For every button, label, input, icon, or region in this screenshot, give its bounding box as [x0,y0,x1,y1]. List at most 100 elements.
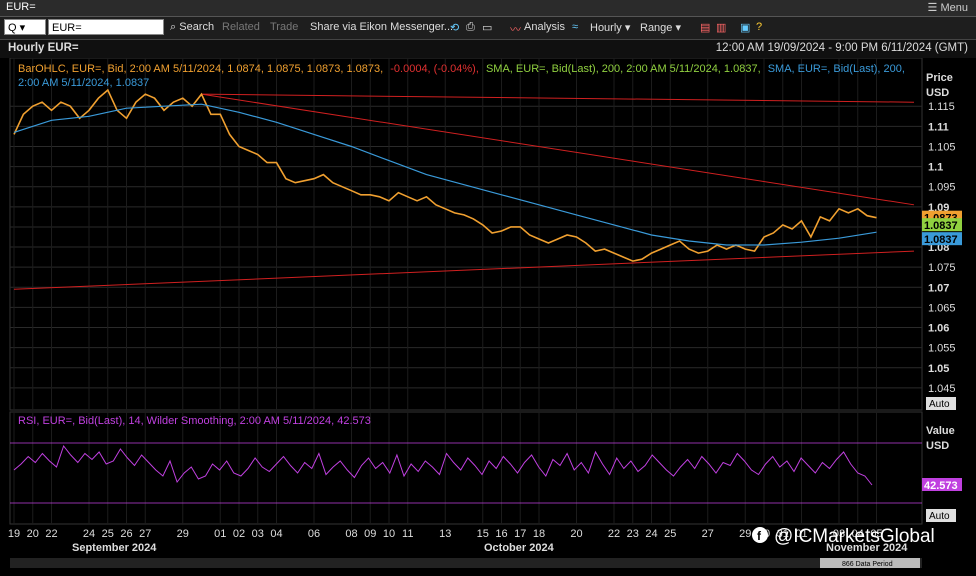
folder-icon[interactable]: ▭ [482,21,492,34]
y-tick-label: 1.045 [928,383,956,395]
badge-sma-green-text: 1.0837 [924,220,958,232]
x-tick-label: 09 [364,528,376,540]
print-icon[interactable]: ⎙ [466,21,475,34]
chart-svg: BarOHLC, EUR=, Bid, 2:00 AM 5/11/2024, 1… [8,57,962,568]
badge-rsi-text: 42.573 [924,480,958,492]
x-tick-label: 22 [45,528,57,540]
rsi-panel [9,411,923,525]
x-tick-label: 08 [345,528,357,540]
related-button[interactable]: Related [222,21,260,33]
chart-area: BarOHLC, EUR=, Bid, 2:00 AM 5/11/2024, 1… [0,57,976,571]
y-tick-label: 1.065 [928,302,956,314]
ric-input[interactable]: EUR= [48,19,164,35]
x-tick-label: 23 [627,528,639,540]
x-tick-label: 11 [402,528,413,540]
menu-label: Menu [940,2,968,14]
x-tick-label: 24 [645,528,657,540]
legend-ohlc: BarOHLC, EUR=, Bid, 2:00 AM 5/11/2024, 1… [18,63,905,75]
legend-sma2-line1: SMA, EUR=, Bid(Last), 200, [768,63,905,75]
search-button[interactable]: ⌕ Search [170,21,214,34]
x-tick-label: 19 [8,528,20,540]
month-label-september: September 2024 [72,542,157,554]
auto-label-rsi: Auto [929,511,950,522]
price-axis-title: Price [926,72,953,84]
search-label: Search [179,21,215,33]
legend-ohlc-prefix: BarOHLC, EUR=, Bid, 2:00 AM 5/11/2024, 1… [18,63,383,75]
price-axis-unit: USD [926,87,949,99]
window-titlebar: EUR= ☰ Menu [0,0,976,17]
y-tick-label: 1.075 [928,262,956,274]
x-tick-label: 22 [608,528,620,540]
legend-sma1: SMA, EUR=, Bid(Last), 200, 2:00 AM 5/11/… [486,63,761,75]
auto-button-price[interactable]: Auto [926,397,956,410]
quote-dropdown[interactable]: Q ▾ [4,19,46,35]
x-tick-label: 17 [514,528,526,540]
interval-select[interactable]: Hourly ▾ [590,21,630,34]
search-icon: ⌕ [170,21,177,33]
date-range: 12:00 AM 19/09/2024 - 9:00 PM 6/11/2024 … [715,42,968,54]
x-tick-label: 18 [533,528,545,540]
chart-type-icon[interactable]: ▤ [700,21,710,34]
rsi-axis-title: Value [926,425,955,437]
x-tick-label: 02 [233,528,245,540]
zoom-icon[interactable]: ▣ [740,21,750,34]
draw-icon[interactable]: ≈ [572,21,578,33]
x-tick-label: 27 [702,528,714,540]
y-tick-label: 1.07 [928,282,949,294]
x-tick-label: 25 [102,528,114,540]
y-tick-label: 1.095 [928,182,956,194]
time-scrollbar[interactable] [10,558,922,568]
legend-rsi: RSI, EUR=, Bid(Last), 14, Wilder Smoothi… [18,415,371,427]
x-tick-label: 04 [270,528,282,540]
x-tick-label: 25 [664,528,676,540]
x-tick-label: 03 [252,528,264,540]
x-tick-label: 16 [495,528,507,540]
trade-button[interactable]: Trade [270,21,298,33]
y-tick-label: 1.11 [928,121,949,133]
x-tick-label: 20 [27,528,39,540]
x-tick-label: 20 [570,528,582,540]
y-tick-label: 1.05 [928,363,949,375]
compare-icon[interactable]: ▥ [716,21,726,34]
analysis-button[interactable]: Analysis [524,21,565,33]
quote-label: Q [8,22,17,34]
month-label-october: October 2024 [484,542,555,554]
auto-button-rsi[interactable]: Auto [926,509,956,522]
y-tick-label: 1.055 [928,343,956,355]
x-tick-label: 27 [139,528,151,540]
auto-label-price: Auto [929,399,950,410]
share-button[interactable]: Share via Eikon Messenger... [310,21,453,33]
help-icon[interactable]: ? [756,21,762,33]
y-tick-label: 1.1 [928,162,943,174]
chart-title: Hourly EUR= [8,42,79,54]
y-tick-label: 1.06 [928,323,949,335]
badge-rsi: 42.573 [922,478,962,492]
y-axis-ticks: 1.1151.111.1051.11.0951.091.0851.081.075… [928,101,956,395]
price-panel [9,57,923,411]
data-period-label: 866 Data Period [842,561,893,568]
range-select[interactable]: Range ▾ [640,21,681,34]
x-tick-label: 29 [177,528,189,540]
y-tick-label: 1.115 [928,101,955,113]
chart-header: Hourly EUR= 12:00 AM 19/09/2024 - 9:00 P… [0,40,976,58]
x-tick-label: 06 [308,528,320,540]
x-tick-label: 13 [439,528,451,540]
refresh-icon[interactable]: ⟲ [450,21,459,34]
badge-sma-blue-text: 1.0837 [924,234,958,246]
legend-sma2-line2: 2:00 AM 5/11/2024, 1.0837 [18,77,149,89]
x-tick-label: 29 [739,528,751,540]
menu-button[interactable]: ☰ Menu [928,1,968,14]
analysis-icon: 〰 [510,24,521,36]
x-tick-label: 10 [383,528,395,540]
x-tick-label: 24 [83,528,95,540]
interval-label: Hourly [590,22,622,34]
badge-sma-blue: 1.0837 [922,232,962,246]
watermark-text: @ICMarketsGlobal [774,526,935,547]
window-title: EUR= [6,1,36,13]
toolbar: Q ▾ EUR= ⌕ Search Related Trade Share vi… [0,17,976,40]
rsi-axis-unit: USD [926,440,949,452]
legend-ohlc-change: -0.0004, (-0.04%), [390,63,479,75]
range-label: Range [640,22,673,34]
x-tick-label: 26 [120,528,132,540]
x-axis-ticks: 19 20 22 24 25 26 27 29 01 02 03 04 06 08 09 10 11 13 15 16… [8,528,883,540]
